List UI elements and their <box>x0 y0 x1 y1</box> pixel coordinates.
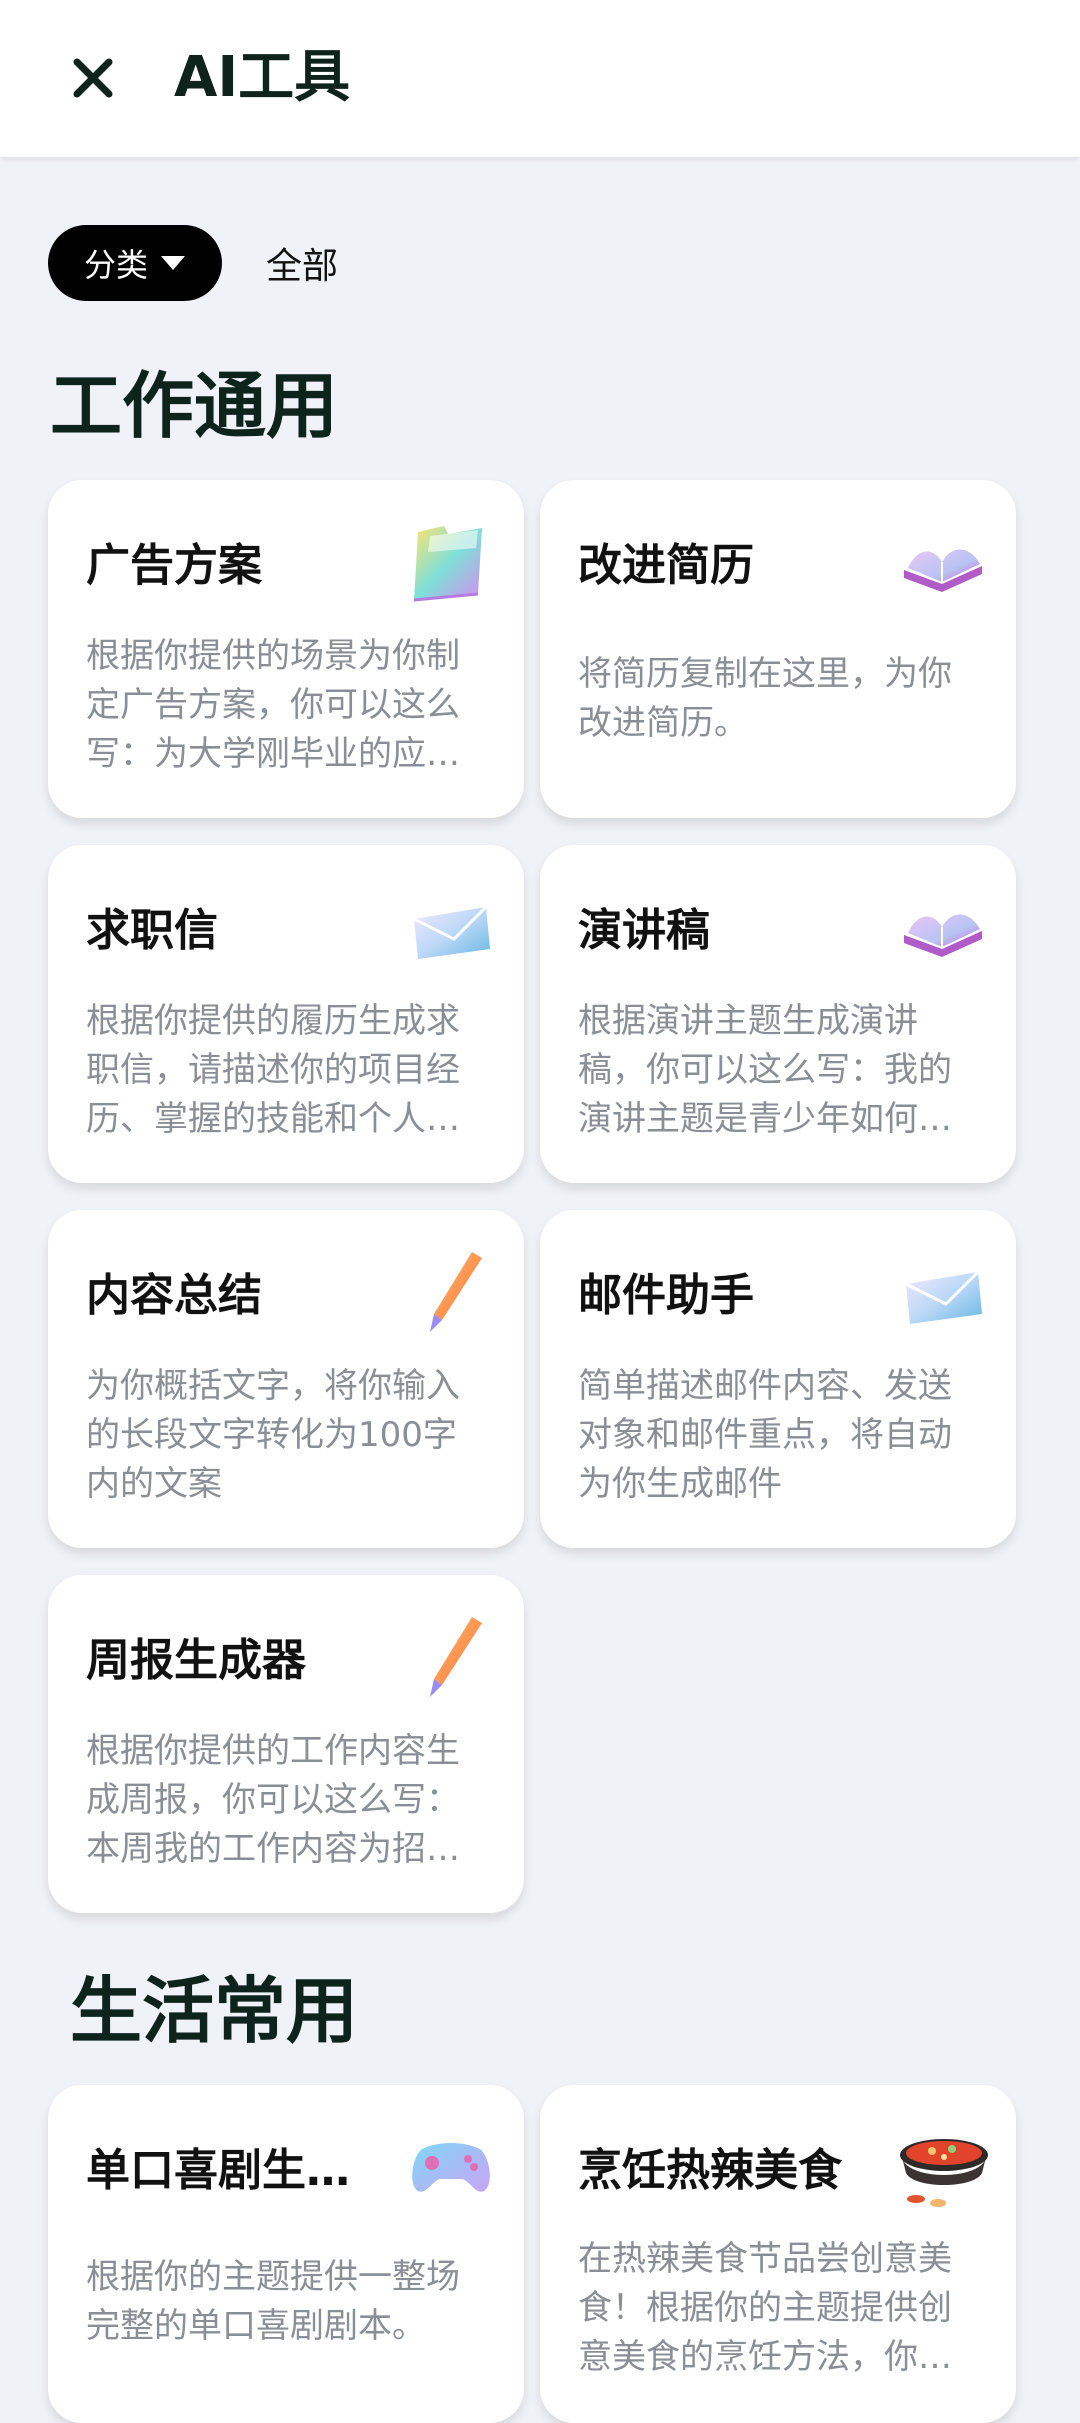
top-bar: AI工具 <box>0 0 1080 158</box>
card-description: 在热辣美食节品尝创意美食！根据你的主题提供创意美食的烹饪方法，你可以这么写 <box>578 2239 952 2377</box>
book-icon <box>900 518 986 604</box>
card-title: 内容总结 <box>86 1270 262 1321</box>
tool-card-ad-plan[interactable]: 广告方案 根据你提供的场景为你制定广告方案，你可以这么写：为大学刚毕业的应届生撰… <box>48 480 524 818</box>
tool-card-resume[interactable]: 改进简历 将简历复制在这里，为你改进简历。 <box>540 480 1016 818</box>
tool-card-summary[interactable]: 内容总结 为你概括文字，将你输入的长段文字转化为100字内的文案 <box>48 1210 524 1548</box>
card-title: 演讲稿 <box>578 905 710 956</box>
card-description: 为你概括文字，将你输入的长段文字转化为100字内的文案 <box>86 1366 460 1504</box>
card-title: 广告方案 <box>86 540 262 591</box>
card-description: 将简历复制在这里，为你改进简历。 <box>578 654 952 743</box>
card-title: 改进简历 <box>578 540 754 591</box>
card-description: 根据你提供的工作内容生成周报，你可以这么写：本周我的工作内容为招聘和培训新员工 <box>86 1731 460 1869</box>
category-label: 分类 <box>83 246 148 284</box>
tool-card-cover-letter[interactable]: 求职信 根据你提供的履历生成求职信，请描述你的项目经历、掌握的技能和个人优势 <box>48 845 524 1183</box>
card-description: 根据你提供的场景为你制定广告方案，你可以这么写：为大学刚毕业的应届生撰写一份求职… <box>86 636 460 774</box>
card-description: 简单描述邮件内容、发送对象和邮件重点，将自动为你生成邮件 <box>578 1366 952 1504</box>
pen-icon <box>408 1613 494 1699</box>
section-title-life: 生活常用 <box>70 1969 359 2053</box>
filter-all[interactable]: 全部 <box>266 237 338 289</box>
card-title: 单口喜剧生成器 <box>86 2145 386 2196</box>
hotpot-icon <box>894 2111 994 2211</box>
card-title: 周报生成器 <box>86 1635 306 1686</box>
card-description: 根据演讲主题生成演讲稿，你可以这么写：我的演讲主题是青少年如何保护环境 <box>578 1001 952 1139</box>
tool-card-email[interactable]: 邮件助手 简单描述邮件内容、发送对象和邮件重点，将自动为你生成邮件 <box>540 1210 1016 1548</box>
close-icon <box>73 58 113 98</box>
filter-row: 分类 全部 <box>48 225 338 301</box>
caret-down-icon <box>161 256 185 270</box>
card-title: 求职信 <box>86 905 218 956</box>
category-dropdown[interactable]: 分类 <box>48 225 222 301</box>
tool-card-standup-comedy[interactable]: 单口喜剧生成器 根据你的主题提供一整场完整的单口喜剧剧本。 <box>48 2085 524 2423</box>
folder-icon <box>408 518 494 604</box>
close-button[interactable] <box>60 45 126 111</box>
section-title-work: 工作通用 <box>50 364 339 448</box>
page-title: AI工具 <box>174 45 351 110</box>
tool-card-speech[interactable]: 演讲稿 根据演讲主题生成演讲稿，你可以这么写：我的演讲主题是青少年如何保护环境 <box>540 845 1016 1183</box>
card-title: 邮件助手 <box>578 1270 754 1321</box>
card-description: 根据你提供的履历生成求职信，请描述你的项目经历、掌握的技能和个人优势 <box>86 1001 460 1139</box>
gamepad-icon <box>408 2123 494 2209</box>
tool-card-spicy-cooking[interactable]: 烹饪热辣美食 在热辣美食节品尝创意美食！根据你的主题提供创意美食的烹饪方法，你可… <box>540 2085 1016 2423</box>
book-icon <box>900 883 986 969</box>
card-title: 烹饪热辣美食 <box>578 2145 842 2196</box>
envelope-icon <box>900 1248 986 1334</box>
card-description: 根据你的主题提供一整场完整的单口喜剧剧本。 <box>86 2257 460 2346</box>
tool-card-weekly-report[interactable]: 周报生成器 根据你提供的工作内容生成周报，你可以这么写：本周我的工作内容为招聘和… <box>48 1575 524 1913</box>
envelope-icon <box>408 883 494 969</box>
pen-icon <box>408 1248 494 1334</box>
